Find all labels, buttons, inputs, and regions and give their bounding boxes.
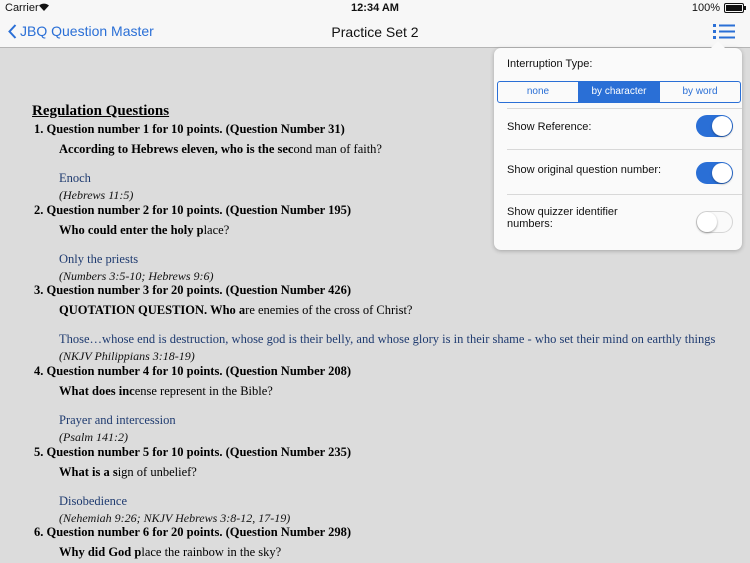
divider: [507, 194, 742, 195]
status-bar: Carrier 12:34 AM 100%: [0, 0, 750, 16]
page-title: Practice Set 2: [331, 24, 419, 40]
segment-by-character[interactable]: by character: [579, 82, 660, 102]
status-time: 12:34 AM: [351, 2, 399, 14]
show-original-number-label: Show original question number:: [507, 164, 662, 176]
question-header: 4. Question number 4 for 10 points. (Que…: [34, 364, 352, 378]
question-reference: (NKJV Philippians 3:18-19): [59, 349, 195, 363]
question-item: 3. Question number 3 for 20 points. (Que…: [34, 283, 734, 364]
segment-none[interactable]: none: [498, 82, 579, 102]
question-answer: Disobedience: [59, 494, 128, 508]
list-icon: [713, 24, 735, 39]
show-original-number-toggle[interactable]: [696, 162, 733, 184]
settings-popover: Interruption Type: none by character by …: [494, 41, 742, 250]
question-text: What does incense represent in the Bible…: [59, 384, 273, 398]
question-item: 6. Question number 6 for 20 points. (Que…: [34, 525, 734, 560]
toggle-knob: [712, 116, 732, 136]
interruption-type-label: Interruption Type:: [507, 58, 593, 70]
divider: [507, 149, 742, 150]
show-quizzer-id-label: Show quizzer identifier numbers:: [507, 206, 618, 230]
segment-by-word[interactable]: by word: [660, 82, 740, 102]
show-reference-label: Show Reference:: [507, 121, 592, 133]
question-header: 3. Question number 3 for 20 points. (Que…: [34, 283, 352, 297]
question-text: Why did God place the rainbow in the sky…: [59, 545, 282, 559]
question-item: 4. Question number 4 for 10 points. (Que…: [34, 364, 734, 445]
interruption-type-segmented-control: none by character by word: [497, 81, 741, 103]
question-header: 6. Question number 6 for 20 points. (Que…: [34, 525, 352, 539]
list-menu-button[interactable]: [712, 21, 736, 41]
battery-icon: [724, 3, 746, 13]
question-answer: Those…whose end is destruction, whose go…: [59, 332, 716, 346]
divider: [507, 108, 742, 109]
question-item: 5. Question number 5 for 10 points. (Que…: [34, 445, 734, 526]
question-reference: (Numbers 3:5-10; Hebrews 9:6): [59, 269, 214, 283]
navigation-bar: JBQ Question Master Practice Set 2: [0, 16, 750, 48]
question-reference: (Nehemiah 9:26; NKJV Hebrews 3:8-12, 17-…: [59, 511, 291, 525]
question-header: 5. Question number 5 for 10 points. (Que…: [34, 445, 352, 459]
section-title: Regulation Questions: [32, 103, 170, 119]
question-reference: (Psalm 141:2): [59, 430, 128, 444]
question-text: What is a sign of unbelief?: [59, 465, 197, 479]
question-answer: Only the priests: [59, 252, 139, 266]
show-quizzer-id-toggle[interactable]: [696, 211, 733, 233]
question-text: QUOTATION QUESTION. Who are enemies of t…: [59, 303, 413, 317]
question-answer: Prayer and intercession: [59, 413, 176, 427]
toggle-knob: [712, 163, 732, 183]
battery-percent: 100%: [691, 2, 720, 14]
show-reference-toggle[interactable]: [696, 115, 733, 137]
toggle-knob: [697, 212, 717, 232]
